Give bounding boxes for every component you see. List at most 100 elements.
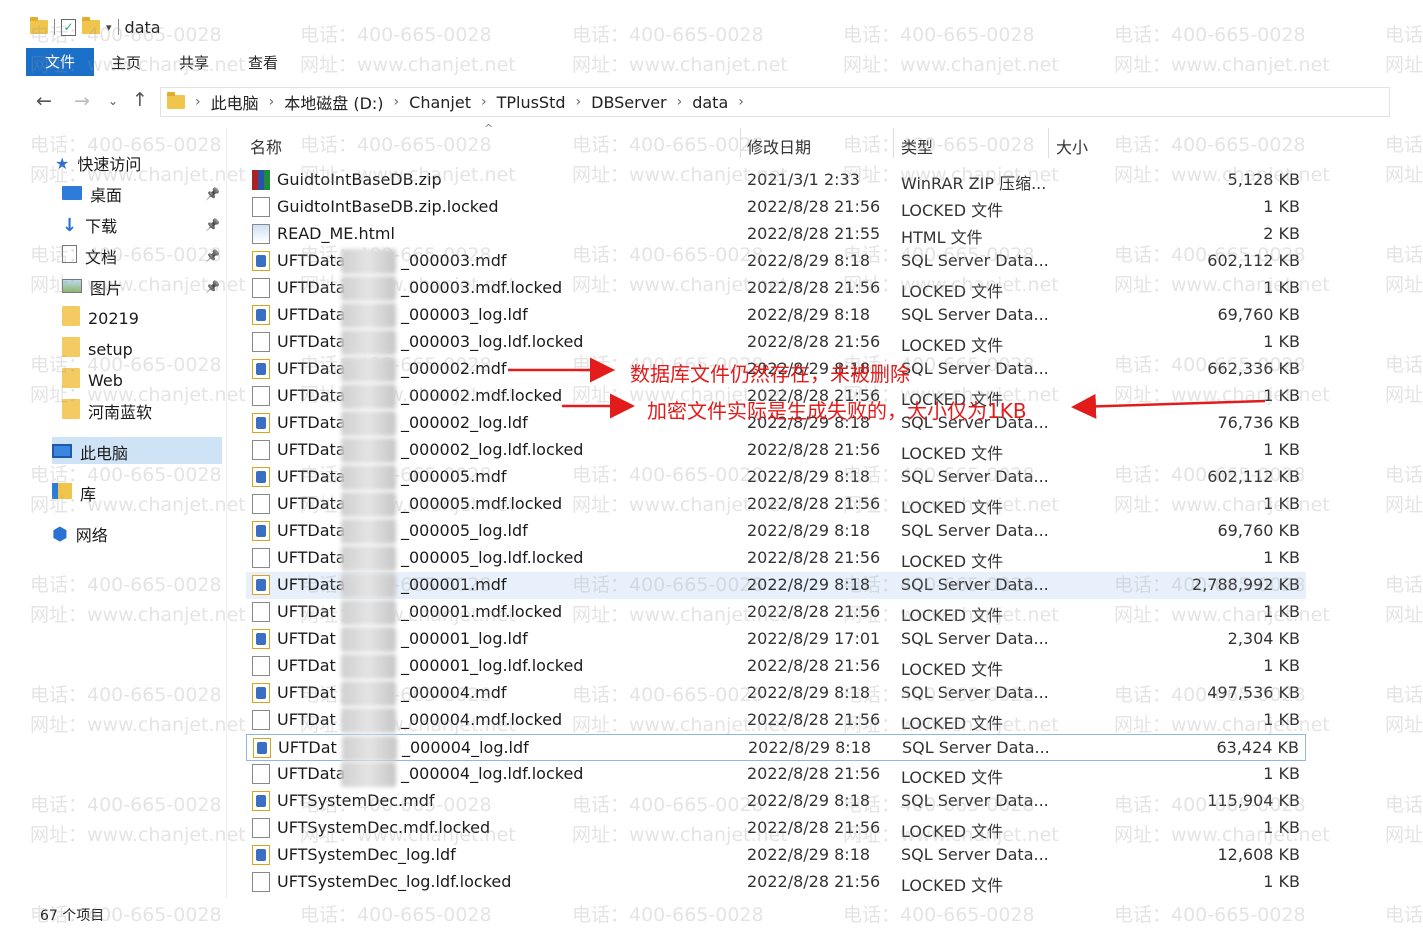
sidebar-item[interactable]: ↓ 下载	[62, 213, 117, 237]
chevron-right-icon[interactable]: ›	[677, 94, 683, 110]
pin-icon[interactable]: 📌	[205, 280, 220, 294]
file-size: 12,608 KB	[1217, 845, 1300, 864]
up-arrow-icon[interactable]: ↑	[132, 89, 148, 111]
file-row[interactable]: UFTSystemDec.mdf 2022/8/29 8:18 SQL Server…	[246, 788, 1306, 815]
column-header-size[interactable]: 大小	[1056, 134, 1088, 158]
chevron-right-icon[interactable]: ›	[195, 94, 201, 110]
file-name-start: UFTSystemDec.mdf.locked	[277, 818, 491, 837]
file-row[interactable]: UFTDat _000001_log.ldf.locked 2022/8/28 21…	[246, 653, 1306, 680]
address-bar[interactable]: › 此电脑 › 本地磁盘 (D:) › Chanjet › TPlusStd ›…	[160, 87, 1390, 117]
tab-view[interactable]: 查看	[248, 52, 278, 73]
star-icon: ★	[55, 153, 70, 173]
file-date: 2022/8/28 21:56	[747, 548, 881, 567]
sidebar-item[interactable]: 河南蓝软	[62, 399, 152, 423]
back-arrow-icon[interactable]: ←	[36, 90, 52, 112]
breadcrumb-item[interactable]: data	[692, 93, 728, 112]
tab-home[interactable]: 主页	[111, 52, 141, 73]
recent-locations-icon[interactable]: ⌄	[108, 94, 118, 108]
column-header-name[interactable]: 名称	[250, 134, 282, 158]
chevron-right-icon[interactable]: ›	[576, 94, 582, 110]
watermark-phone: 电话：400-665-0028	[1385, 24, 1423, 46]
column-divider[interactable]	[740, 128, 741, 158]
sidebar-item-label: 河南蓝软	[88, 403, 153, 422]
sidebar-item[interactable]: 桌面	[62, 182, 122, 206]
tab-share[interactable]: 共享	[179, 52, 209, 73]
file-row[interactable]: UFTData0 _000003_log.ldf 2022/8/29 8:18 SQL…	[246, 302, 1306, 329]
file-row[interactable]: UFTDat _000001.mdf.locked 2022/8/28 21:56 L…	[246, 599, 1306, 626]
column-header-date[interactable]: 修改日期	[747, 134, 811, 158]
sidebar-item[interactable]: 20219	[62, 306, 139, 330]
file-size: 1 KB	[1263, 548, 1300, 567]
file-row[interactable]: READ_ME.html 2022/8/28 21:55 HTML 文件 2 KB	[246, 221, 1306, 248]
sidebar-item[interactable]: Web	[62, 368, 123, 392]
breadcrumb-item[interactable]: 此电脑	[211, 90, 259, 114]
watermark-site: 网址：www.chanjet.net	[572, 54, 788, 76]
column-divider[interactable]	[1048, 128, 1049, 158]
breadcrumb-item[interactable]: Chanjet	[409, 93, 471, 112]
file-icon	[252, 602, 270, 622]
file-icon	[252, 332, 270, 352]
breadcrumb-item[interactable]: TPlusStd	[497, 93, 566, 112]
sidebar-item[interactable]: 图片	[62, 275, 122, 299]
file-name-end: _000001.mdf.locked	[401, 602, 563, 621]
new-folder-icon[interactable]	[82, 17, 100, 34]
sidebar-item[interactable]: ★ 快速访问	[55, 151, 141, 175]
file-row[interactable]: UFTData _000001.mdf 2022/8/29 8:18 SQL Serv…	[246, 572, 1306, 599]
quick-access-toolbar: ✓ ▾ data	[30, 14, 161, 40]
file-icon	[252, 278, 270, 298]
chevron-down-icon[interactable]: ▾	[106, 21, 112, 34]
sidebar-item[interactable]: setup	[62, 337, 133, 361]
file-row[interactable]: GuidtoIntBaseDB.zip 2021/3/1 2:33 WinRAR Z…	[246, 167, 1306, 194]
file-type: LOCKED 文件	[901, 201, 1004, 220]
breadcrumb-item[interactable]: DBServer	[591, 93, 666, 112]
file-row[interactable]: UFTData _000002_log.ldf.locked 2022/8/28 2…	[246, 437, 1306, 464]
chevron-right-icon[interactable]: ›	[269, 94, 275, 110]
file-row[interactable]: UFTData _000005.mdf.locked 2022/8/28 21:56…	[246, 491, 1306, 518]
file-row[interactable]: UFTSystemDec_log.ldf 2022/8/29 8:18 SQL Se…	[246, 842, 1306, 869]
file-row[interactable]: UFTData _000003_log.ldf.locked 2022/8/28 2…	[246, 329, 1306, 356]
file-type: HTML 文件	[901, 228, 983, 247]
column-divider[interactable]	[893, 128, 894, 158]
chevron-right-icon[interactable]: ›	[738, 94, 744, 110]
pin-icon[interactable]: 📌	[205, 187, 220, 201]
database-file-icon	[252, 629, 270, 649]
file-date: 2022/8/28 21:56	[747, 494, 881, 513]
file-row[interactable]: UFTData _000004_log.ldf.locked 2022/8/28 2…	[246, 761, 1306, 788]
file-name: UFTSystemDec.mdf.locked	[277, 818, 490, 837]
pin-icon[interactable]: 📌	[205, 249, 220, 263]
file-row[interactable]: UFTData _000005_log.ldf.locked 2022/8/28 2…	[246, 545, 1306, 572]
file-name-end: _000003_log.ldf.locked	[401, 332, 584, 351]
sidebar-item[interactable]: ⬢ 网络	[52, 522, 108, 546]
desktop-icon	[62, 185, 82, 204]
chevron-right-icon[interactable]: ›	[394, 94, 400, 110]
file-icon	[252, 197, 270, 217]
properties-icon[interactable]: ✓	[61, 18, 76, 36]
file-row[interactable]: GuidtoIntBaseDB.zip.locked 2022/8/28 21:5…	[246, 194, 1306, 221]
file-row[interactable]: UFTDat _000004.mdf.locked 2022/8/28 21:56 L…	[246, 707, 1306, 734]
file-row[interactable]: UFTData _000005.mdf 2022/8/29 8:18 SQL Serv…	[246, 464, 1306, 491]
sidebar-item[interactable]: 文档	[62, 244, 117, 268]
file-row[interactable]: UFTData _000005_log.ldf 2022/8/29 8:18 SQL …	[246, 518, 1306, 545]
sidebar-item[interactable]: 此电脑	[52, 440, 128, 464]
file-row[interactable]: UFTSystemDec.mdf.locked 2022/8/28 21:56 LO…	[246, 815, 1306, 842]
column-header-type[interactable]: 类型	[901, 134, 933, 158]
file-row[interactable]: UFTSystemDec_log.ldf.locked 2022/8/28 21:…	[246, 869, 1306, 896]
file-row[interactable]: UFTDat _000004.mdf 2022/8/29 8:18 SQL Serve…	[246, 680, 1306, 707]
file-name: UFTData _000002_log.ldf.locked	[277, 440, 583, 459]
watermark-phone: 电话：400-665-0028	[1114, 904, 1306, 926]
picture-icon	[62, 278, 82, 297]
file-date: 2022/8/28 21:56	[747, 872, 881, 891]
file-row[interactable]: UFTData. _000003.mdf.locked 2022/8/28 21:5…	[246, 275, 1306, 302]
breadcrumb-item[interactable]: 本地磁盘 (D:)	[284, 90, 383, 114]
chevron-right-icon[interactable]: ›	[481, 94, 487, 110]
tab-file[interactable]: 文件	[26, 48, 94, 76]
pin-icon[interactable]: 📌	[205, 218, 220, 232]
file-row[interactable]: UFTData _000003.mdf 2022/8/29 8:18 SQL Serv…	[246, 248, 1306, 275]
watermark-phone: 电话：400-665-0028	[1114, 24, 1306, 46]
file-row[interactable]: UFTDat _000001_log.ldf 2022/8/29 17:01 SQL …	[246, 626, 1306, 653]
sidebar-item[interactable]: 库	[52, 481, 96, 505]
file-row[interactable]: UFTDat _000004_log.ldf 2022/8/29 8:18 SQL S…	[246, 734, 1306, 761]
file-name: GuidtoIntBaseDB.zip.locked	[277, 197, 499, 216]
file-date: 2022/8/29 8:18	[747, 575, 871, 594]
forward-arrow-icon[interactable]: →	[74, 90, 90, 112]
